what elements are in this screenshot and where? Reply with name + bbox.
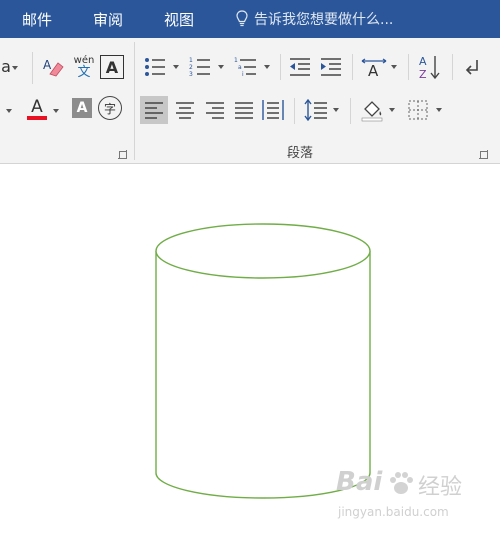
phonetic-bottom-text: 文 [77, 64, 91, 80]
paw-icon [390, 472, 413, 494]
lightbulb-icon [236, 10, 248, 27]
ribbon: a A wén 文 A A A 字 1 2 3 1 a i A A Z 段落 [0, 38, 500, 164]
paragraph-group-label: 段落 [287, 146, 314, 161]
align-center-icon [176, 102, 194, 119]
eraser-icon: A [43, 58, 64, 77]
enclose-characters-button[interactable]: 字 [98, 96, 122, 120]
distributed-button[interactable] [259, 96, 287, 124]
chevron-down-icon[interactable] [53, 109, 59, 113]
separator [452, 54, 453, 80]
chevron-down-icon[interactable] [264, 65, 270, 69]
align-left-icon [145, 102, 163, 119]
font-color-button[interactable]: A [26, 96, 48, 122]
baidu-watermark: Bai 经验 jingyan.baidu.com [336, 463, 486, 523]
separator [280, 54, 281, 80]
chevron-down-icon[interactable] [389, 108, 395, 112]
svg-text:2: 2 [189, 64, 193, 71]
chevron-down-icon[interactable] [391, 65, 397, 69]
watermark-url: jingyan.baidu.com [338, 505, 449, 519]
svg-text:a: a [238, 64, 242, 71]
tell-me-search[interactable]: 告诉我您想要做什么... [236, 9, 393, 29]
svg-text:3: 3 [189, 71, 193, 78]
ribbon-tab-bar: 邮件 审阅 视图 告诉我您想要做什么... [0, 0, 500, 38]
svg-text:A: A [43, 58, 52, 72]
align-left-button[interactable] [140, 96, 168, 124]
distributed-icon [262, 100, 284, 120]
multilevel-list-button[interactable]: 1 a i [232, 54, 260, 80]
svg-text:A: A [419, 55, 427, 68]
paragraph-dialog-launcher[interactable] [479, 150, 488, 159]
font-color-swatch [27, 116, 47, 120]
paragraph-mark-icon [465, 60, 478, 75]
line-spacing-button[interactable] [302, 96, 330, 124]
align-right-icon [206, 102, 224, 119]
show-hide-marks-button[interactable] [460, 54, 486, 80]
font-color-letter: A [31, 97, 43, 117]
numbering-button[interactable]: 1 2 3 [187, 54, 213, 80]
svg-text:i: i [242, 71, 244, 78]
chevron-down-icon[interactable] [173, 65, 179, 69]
multilevel-list-icon: 1 a i [234, 57, 256, 78]
clear-formatting-button[interactable]: A [40, 54, 66, 80]
decrease-indent-icon [290, 58, 310, 76]
watermark-brand-cn: 经验 [418, 475, 463, 500]
justify-button[interactable] [230, 96, 258, 124]
bullets-icon [145, 58, 165, 76]
increase-indent-button[interactable] [318, 54, 344, 80]
watermark-brand: Bai [336, 467, 383, 497]
line-spacing-icon [304, 99, 327, 121]
separator [408, 54, 409, 80]
chevron-down-icon[interactable] [218, 65, 224, 69]
align-right-button[interactable] [201, 96, 229, 124]
sort-az-icon: A Z [419, 55, 440, 81]
svg-text:Z: Z [419, 68, 427, 81]
chevron-down-icon[interactable] [436, 108, 442, 112]
tab-mailings[interactable]: 邮件 [22, 9, 52, 30]
numbering-icon: 1 2 3 [189, 57, 210, 78]
font-size-dropdown-partial[interactable]: a [0, 56, 12, 76]
align-center-button[interactable] [171, 96, 199, 124]
group-separator [134, 42, 135, 160]
shading-button[interactable] [358, 96, 386, 124]
separator [352, 54, 353, 80]
borders-button[interactable] [404, 96, 432, 124]
chevron-down-icon[interactable] [12, 66, 18, 70]
tab-review[interactable]: 审阅 [93, 9, 123, 30]
tell-me-text: 告诉我您想要做什么... [254, 12, 394, 28]
separator [350, 98, 351, 124]
increase-indent-icon [321, 58, 341, 76]
phonetic-guide-button[interactable]: wén 文 [70, 52, 98, 82]
phonetic-top-text: wén [73, 54, 95, 66]
svg-text:1: 1 [189, 57, 193, 64]
svg-text:A: A [368, 62, 379, 78]
borders-icon [408, 100, 428, 120]
chinese-layout-icon: A [361, 58, 387, 78]
svg-text:1: 1 [234, 57, 238, 64]
chevron-down-icon[interactable] [6, 109, 12, 113]
paint-bucket-icon [361, 101, 383, 122]
tab-view[interactable]: 视图 [164, 9, 194, 30]
character-border-button[interactable]: A [100, 55, 124, 79]
decrease-indent-button[interactable] [287, 54, 313, 80]
sort-button[interactable]: A Z [416, 52, 442, 82]
separator [294, 98, 295, 124]
font-dialog-launcher[interactable] [118, 150, 127, 159]
document-canvas[interactable]: Bai 经验 jingyan.baidu.com [0, 165, 500, 542]
chinese-layout-button[interactable]: A [360, 54, 388, 80]
chevron-down-icon[interactable] [333, 108, 339, 112]
character-shading-button[interactable]: A [72, 98, 92, 118]
separator [32, 52, 33, 84]
bullets-button[interactable] [142, 54, 168, 80]
justify-icon [235, 102, 253, 119]
